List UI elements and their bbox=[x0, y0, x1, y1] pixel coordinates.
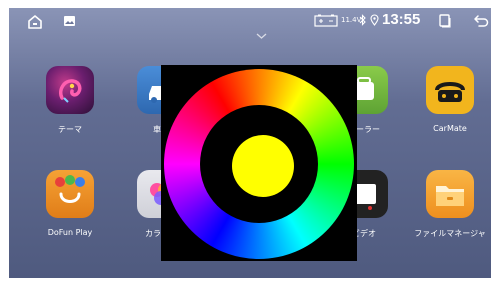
app-label: DoFun Play bbox=[47, 228, 93, 237]
chevron-down-icon[interactable] bbox=[256, 33, 267, 40]
page-indicator bbox=[241, 274, 281, 276]
chameleon-icon bbox=[46, 66, 94, 114]
color-picker-dialog[interactable] bbox=[161, 65, 357, 261]
image-icon bbox=[64, 16, 75, 26]
battery-icon bbox=[314, 14, 338, 27]
color-wheel-center bbox=[200, 105, 318, 223]
color-wheel[interactable] bbox=[164, 69, 354, 259]
folder-icon bbox=[426, 170, 474, 218]
recents-icon[interactable] bbox=[438, 14, 452, 28]
dofun-play-icon bbox=[46, 170, 94, 218]
back-icon[interactable] bbox=[473, 14, 489, 28]
app-label: ファイルマネージャ bbox=[414, 229, 486, 238]
launcher-screen: 11.4V 13:55 テーマ クーラー CarMate DoFun Play … bbox=[9, 8, 491, 278]
bluetooth-icon bbox=[359, 14, 366, 26]
home-icon[interactable] bbox=[27, 14, 43, 30]
app-label: CarMate bbox=[433, 124, 467, 133]
carmate-icon bbox=[426, 66, 474, 114]
selected-color-swatch[interactable] bbox=[232, 135, 294, 197]
location-icon bbox=[370, 14, 379, 26]
clock: 13:55 bbox=[382, 11, 421, 28]
app-label: テーマ bbox=[58, 125, 82, 134]
